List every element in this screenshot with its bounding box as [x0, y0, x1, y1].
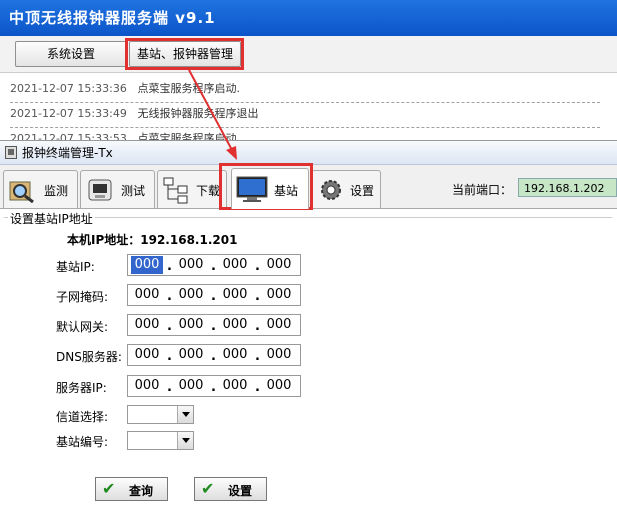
station-number-select[interactable] — [127, 431, 194, 450]
check-icon: ✔ — [102, 479, 116, 498]
tab-download[interactable]: 下载 — [157, 170, 227, 208]
chevron-down-icon[interactable] — [177, 432, 193, 449]
current-port-field[interactable]: 192.168.1.202 — [518, 178, 617, 197]
server-window-title: 中顶无线报钟器服务端 v9.1 — [0, 0, 617, 36]
dialog-title-bar: 报钟终端管理-Tx — [0, 141, 617, 165]
set-button[interactable]: ✔ 设置 — [194, 477, 267, 501]
local-ip-text: 本机IP地址：192.168.1.201 — [67, 233, 238, 247]
server-window: 中顶无线报钟器服务端 v9.1 系统设置 基站、报钟器管理 2021-12-07… — [0, 0, 617, 153]
tab-settings[interactable]: 设置 — [311, 170, 381, 208]
server-toolbar: 系统设置 基站、报钟器管理 — [0, 36, 617, 73]
tree-download-icon — [163, 177, 188, 204]
window-icon — [5, 146, 17, 159]
log-row: 2021-12-07 15:33:49 无线报钟器服务程序退出 — [10, 103, 600, 128]
gateway-input[interactable]: 000 . 000 . 000 . 000 — [127, 314, 301, 336]
server-ip-input[interactable]: 000 . 000 . 000 . 000 — [127, 375, 301, 397]
computer-screen-icon — [236, 176, 268, 202]
log-row: 2021-12-07 15:33:36 点菜宝服务程序启动. — [10, 78, 600, 103]
base-ip-input[interactable]: 000 . 000 . 000 . 000 — [127, 254, 301, 276]
current-port-label: 当前端口： — [452, 183, 513, 197]
subnet-label: 子网掩码: — [56, 290, 109, 304]
base-ip-label: 基站IP: — [56, 260, 95, 274]
tab-base-station[interactable]: 基站 — [231, 168, 309, 209]
group-border — [4, 217, 612, 218]
device-test-icon — [88, 179, 112, 201]
chevron-down-icon[interactable] — [177, 406, 193, 423]
group-title: 设置基站IP地址 — [8, 210, 95, 227]
monitor-magnifier-icon — [9, 181, 34, 204]
tab-test[interactable]: 测试 — [80, 170, 155, 208]
gateway-label: 默认网关: — [56, 320, 109, 334]
dns-label: DNS服务器: — [56, 350, 122, 364]
subnet-input[interactable]: 000 . 000 . 000 . 000 — [127, 284, 301, 306]
dialog-title: 报钟终端管理-Tx — [22, 146, 113, 160]
station-number-label: 基站编号: — [56, 435, 109, 449]
tab-monitor[interactable]: 监测 — [3, 170, 78, 208]
channel-select[interactable] — [127, 405, 194, 424]
system-settings-button[interactable]: 系统设置 — [15, 41, 127, 67]
terminal-manage-dialog: 报钟终端管理-Tx 监测 测试 下载 基站 设置 当前端口： 192.168.1… — [0, 140, 617, 511]
gear-icon — [321, 180, 341, 200]
dns-input[interactable]: 000 . 000 . 000 . 000 — [127, 344, 301, 366]
check-icon: ✔ — [201, 479, 215, 498]
station-manage-button[interactable]: 基站、报钟器管理 — [129, 41, 241, 67]
query-button[interactable]: ✔ 查询 — [95, 477, 168, 501]
server-ip-label: 服务器IP: — [56, 381, 107, 395]
channel-label: 信道选择: — [56, 410, 109, 424]
